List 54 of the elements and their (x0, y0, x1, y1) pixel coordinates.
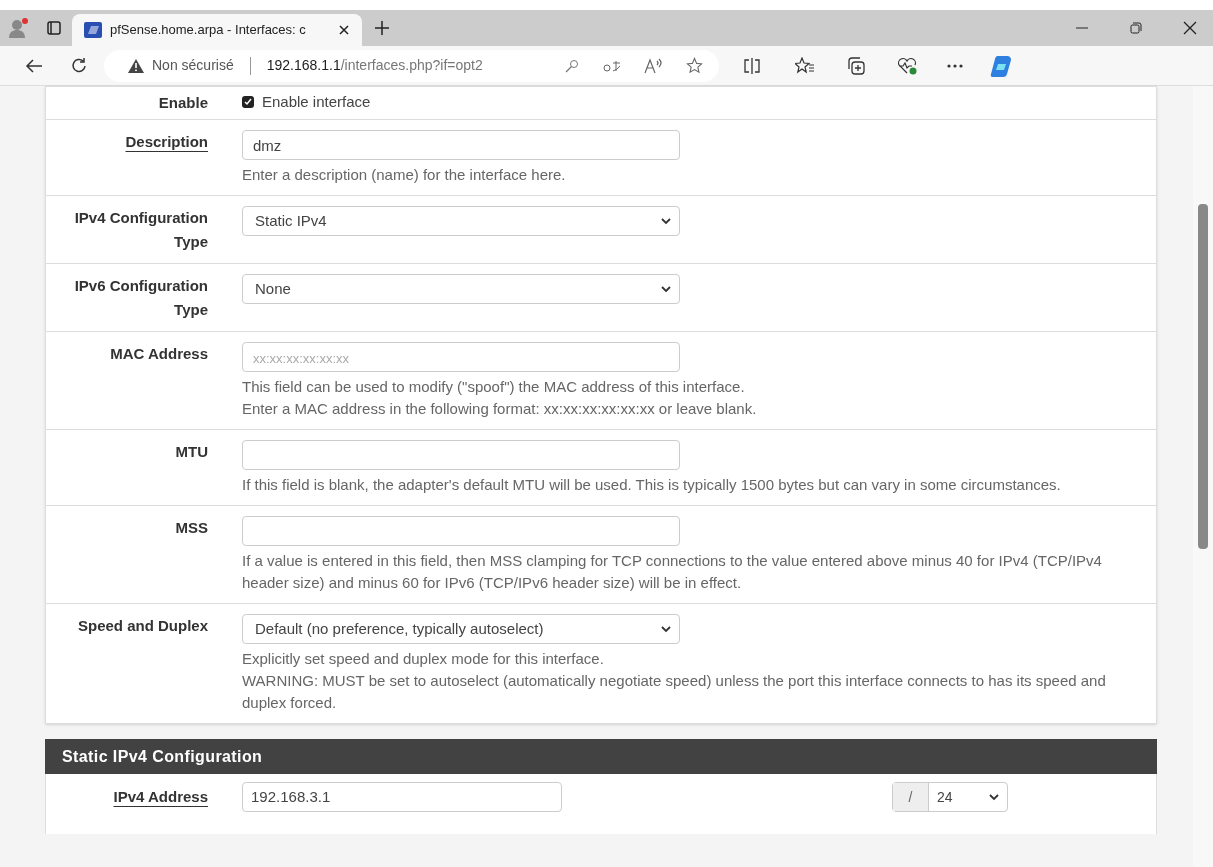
collections-icon[interactable] (847, 56, 865, 75)
chevron-icon (661, 285, 671, 293)
restore-icon[interactable] (1129, 21, 1143, 35)
more-icon[interactable] (947, 63, 963, 68)
field-label: IPv4 Configuration Type (73, 208, 208, 252)
field-label: IPv6 Configuration Type (73, 276, 208, 320)
field-label: IPv4 Address (113, 787, 208, 807)
warning-icon (128, 58, 144, 73)
security-status: Non sécurisé (152, 56, 234, 75)
dropdown[interactable]: Default (no preference, typically autoselect) (242, 614, 680, 644)
field-label: Description (125, 132, 208, 152)
section-title: Static IPv4 Configuration (62, 746, 263, 767)
field-label: Speed and Duplex (77, 616, 208, 636)
help-text: This field can be used to modify ("spoof") the MAC address of this interface. (242, 377, 746, 397)
refresh-icon[interactable] (71, 57, 88, 74)
scrollbar[interactable] (1193, 86, 1213, 867)
address-bar[interactable]: Non sécurisé 192.168.1.1/interfaces.php?if=opt2 (104, 49, 719, 82)
browser-tab[interactable]: pfSense.home.arpa - Interfaces: c (72, 14, 362, 46)
ip-address-field[interactable]: 192.168.3.1 (251, 785, 331, 809)
dropdown[interactable]: None (242, 274, 680, 304)
close-window-icon[interactable] (1183, 21, 1197, 35)
tab-title: pfSense.home.arpa - Interfaces: c (110, 21, 307, 40)
read-aloud-icon[interactable] (644, 57, 664, 74)
input-field[interactable] (242, 440, 680, 470)
tab-actions-icon[interactable] (46, 20, 62, 36)
help-text: Explicitly set speed and duplex mode for this interface. (242, 649, 605, 669)
help-text: WARNING: MUST be set to autoselect (automatically negotiate speed) unless the port this interface connects to has its speed and duplex forced. (242, 671, 1107, 713)
input-field[interactable]: xx:xx:xx:xx:xx:xx (242, 342, 680, 372)
favorites-icon[interactable] (795, 56, 815, 75)
back-icon[interactable] (25, 57, 43, 74)
field-label: MAC Address (110, 344, 208, 364)
split-screen-icon[interactable] (743, 57, 761, 74)
field-label: Enable (158, 93, 208, 113)
star-icon[interactable] (686, 57, 703, 74)
chevron-icon (661, 625, 671, 633)
checkbox-label: Enable interface (262, 92, 371, 112)
field-label: MTU (175, 442, 208, 462)
copilot-icon[interactable] (989, 53, 1013, 78)
profile-icon[interactable] (7, 17, 29, 39)
close-icon[interactable] (338, 24, 350, 36)
health-icon[interactable] (897, 56, 917, 75)
help-text: If this field is blank, the adapter's default MTU will be used. This is typically 1500 bytes but can vary in some circumstances. (242, 475, 1062, 495)
field-label: MSS (175, 518, 208, 538)
url-text: 192.168.1.1/interfaces.php?if=opt2 (266, 56, 484, 75)
input-field[interactable]: dmz (242, 130, 680, 160)
help-text: If a value is entered in this field, then MSS clamping for TCP connections to the value entered above minus 40 for IPv4 (TCP/IPv4 header size) and minus 60 for IPv6 (TCP/IPv6 header size) will be in effect. (242, 551, 1103, 593)
dropdown[interactable]: Static IPv4 (242, 206, 680, 236)
new-tab-icon[interactable] (374, 20, 390, 36)
site-logo-icon (84, 22, 102, 38)
help-text: Enter a MAC address in the following format: xx:xx:xx:xx:xx:xx or leave blank. (242, 399, 758, 419)
checkbox[interactable] (242, 96, 254, 109)
help-text: Enter a description (name) for the interface here. (242, 165, 567, 185)
input-field[interactable] (242, 516, 680, 546)
chevron-icon (661, 217, 671, 225)
